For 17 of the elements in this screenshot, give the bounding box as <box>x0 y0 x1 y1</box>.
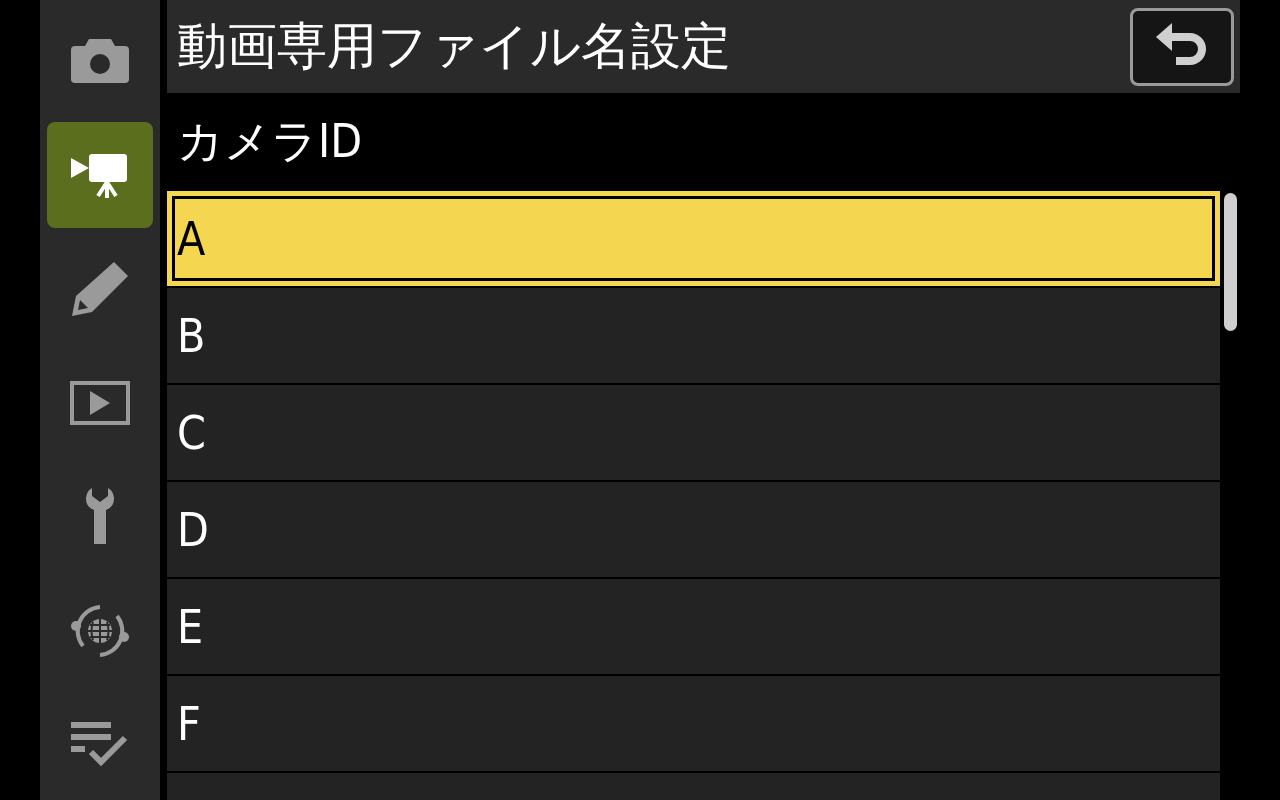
camera-icon <box>71 39 129 83</box>
option-item[interactable]: A <box>167 191 1220 286</box>
playback-icon <box>70 381 130 425</box>
option-item[interactable]: F <box>167 676 1220 771</box>
back-button[interactable] <box>1130 7 1234 86</box>
scrollbar[interactable] <box>1224 193 1237 331</box>
checklist-icon <box>71 722 129 768</box>
pencil-icon <box>72 262 128 316</box>
menu-tab[interactable] <box>47 122 153 228</box>
option-item[interactable]: E <box>167 579 1220 674</box>
submenu-title: カメラID <box>176 113 364 170</box>
option-item[interactable]: C <box>167 385 1220 480</box>
menu-title: 動画専用ファイル名設定 <box>177 16 731 77</box>
option-item[interactable]: D <box>167 482 1220 577</box>
wrench-icon <box>86 488 114 546</box>
option-item[interactable]: B <box>167 288 1220 383</box>
movie-camera-icon <box>71 152 129 198</box>
